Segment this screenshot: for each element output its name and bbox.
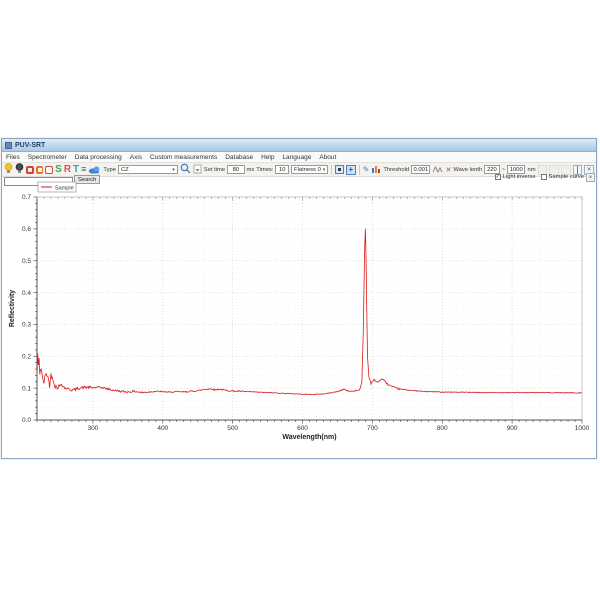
type-label: Type xyxy=(103,167,116,173)
light-inverse-label: Light inverse xyxy=(503,174,536,180)
menu-data-processing[interactable]: Data processing xyxy=(71,154,126,161)
svg-text:0.2: 0.2 xyxy=(22,353,31,360)
list-icon[interactable]: ≡ xyxy=(81,165,86,174)
toolbar-divider xyxy=(359,165,360,175)
svg-text:500: 500 xyxy=(227,425,238,432)
svg-text:0.4: 0.4 xyxy=(22,290,31,297)
title-bar[interactable]: PUV-SRT xyxy=(2,139,596,152)
ms-label: ms xyxy=(247,167,255,173)
svg-text:0.5: 0.5 xyxy=(22,258,31,265)
wave-from-input[interactable]: 220 xyxy=(484,165,500,174)
svg-text:900: 900 xyxy=(507,425,518,432)
sample-curve-option[interactable]: Sample curve xyxy=(541,174,584,180)
menu-database[interactable]: Database xyxy=(221,154,257,161)
reference-measure-icon[interactable] xyxy=(36,166,44,174)
menu-about[interactable]: About xyxy=(315,154,340,161)
t-button[interactable]: T xyxy=(73,165,79,175)
chevron-down-icon: ▾ xyxy=(172,167,175,173)
svg-text:1000: 1000 xyxy=(575,425,590,432)
checkbox-checked-icon[interactable]: ✓ xyxy=(495,174,501,180)
chevron-down-icon: ▾ xyxy=(323,167,326,173)
svg-text:600: 600 xyxy=(297,425,308,432)
type-combobox[interactable]: CZ ▾ xyxy=(118,165,178,174)
svg-text:0.6: 0.6 xyxy=(22,226,31,233)
sample-measure-icon[interactable] xyxy=(45,166,53,174)
type-value: CZ xyxy=(121,167,129,173)
threshold-label: Threshold xyxy=(383,167,409,173)
light-inverse-option[interactable]: ✓ Light inverse xyxy=(495,174,536,180)
sample-curve-label: Sample curve xyxy=(549,174,584,180)
svg-text:0.3: 0.3 xyxy=(22,322,31,329)
svg-text:Sample: Sample xyxy=(55,185,74,191)
disabled-tool-icon xyxy=(538,165,548,175)
menu-language[interactable]: Language xyxy=(278,154,315,161)
wave-to-input[interactable]: 1000 xyxy=(507,165,525,174)
search-zoom-icon[interactable] xyxy=(180,161,191,179)
disabled-tool-icon xyxy=(561,165,571,175)
times-input[interactable]: 10 xyxy=(275,165,289,174)
menu-help[interactable]: Help xyxy=(257,154,278,161)
app-window: PUV-SRT Files Spectrometer Data processi… xyxy=(1,138,597,459)
svg-text:0.7: 0.7 xyxy=(22,194,31,201)
menu-spectrometer[interactable]: Spectrometer xyxy=(24,154,71,161)
set-time-label: Set time xyxy=(204,167,225,173)
flatness-combobox[interactable]: Flatness 0 ▾ xyxy=(291,165,328,174)
peaks-icon[interactable] xyxy=(432,161,443,179)
reflectivity-chart[interactable]: 300 400 500 600 700 800 900 1000 0.0 0.1 0.2 0.3 0.4… xyxy=(2,181,598,460)
cursor-tool-icon[interactable] xyxy=(573,165,583,175)
menu-files[interactable]: Files xyxy=(2,154,24,161)
menu-custom-measurements[interactable]: Custom measurements xyxy=(146,154,221,161)
svg-text:Wavelength(nm): Wavelength(nm) xyxy=(282,434,336,441)
remove-peak-icon[interactable]: ✕ xyxy=(445,166,451,174)
svg-text:0.0: 0.0 xyxy=(22,417,31,424)
svg-text:300: 300 xyxy=(87,425,98,432)
flatness-value: Flatness 0 xyxy=(294,167,321,173)
toolbar-divider xyxy=(331,165,332,175)
svg-text:700: 700 xyxy=(367,425,378,432)
svg-text:800: 800 xyxy=(437,425,448,432)
nm-label: nm xyxy=(527,167,535,173)
svg-text:0.1: 0.1 xyxy=(22,385,31,392)
checkbox-unchecked-icon[interactable] xyxy=(541,174,547,180)
disabled-tool-icon xyxy=(549,165,559,175)
wavelength-range-label: Wave lenth xyxy=(453,167,482,173)
set-time-input[interactable]: 80 xyxy=(227,165,244,174)
lamp-on-icon[interactable] xyxy=(4,161,13,179)
threshold-input[interactable]: 0.001 xyxy=(411,165,430,174)
times-label: Times: xyxy=(256,167,273,173)
dark-measure-icon[interactable] xyxy=(26,166,34,174)
s-button[interactable]: S xyxy=(55,165,62,175)
menu-axis[interactable]: Axis xyxy=(126,154,146,161)
frame-select-icon[interactable] xyxy=(335,165,344,174)
lamp-off-icon[interactable] xyxy=(15,161,24,179)
r-button[interactable]: R xyxy=(64,165,71,175)
svg-text:Reflectivity: Reflectivity xyxy=(9,290,16,327)
window-title: PUV-SRT xyxy=(15,142,45,149)
export-doc-icon[interactable] xyxy=(193,161,202,179)
svg-text:400: 400 xyxy=(157,425,168,432)
app-icon xyxy=(5,142,12,149)
crosshair-add-icon[interactable]: + xyxy=(346,165,356,175)
pencil-icon[interactable]: ✎ xyxy=(363,166,370,174)
tilde-label: ~ xyxy=(502,167,505,173)
color-bars-icon[interactable] xyxy=(371,161,381,179)
